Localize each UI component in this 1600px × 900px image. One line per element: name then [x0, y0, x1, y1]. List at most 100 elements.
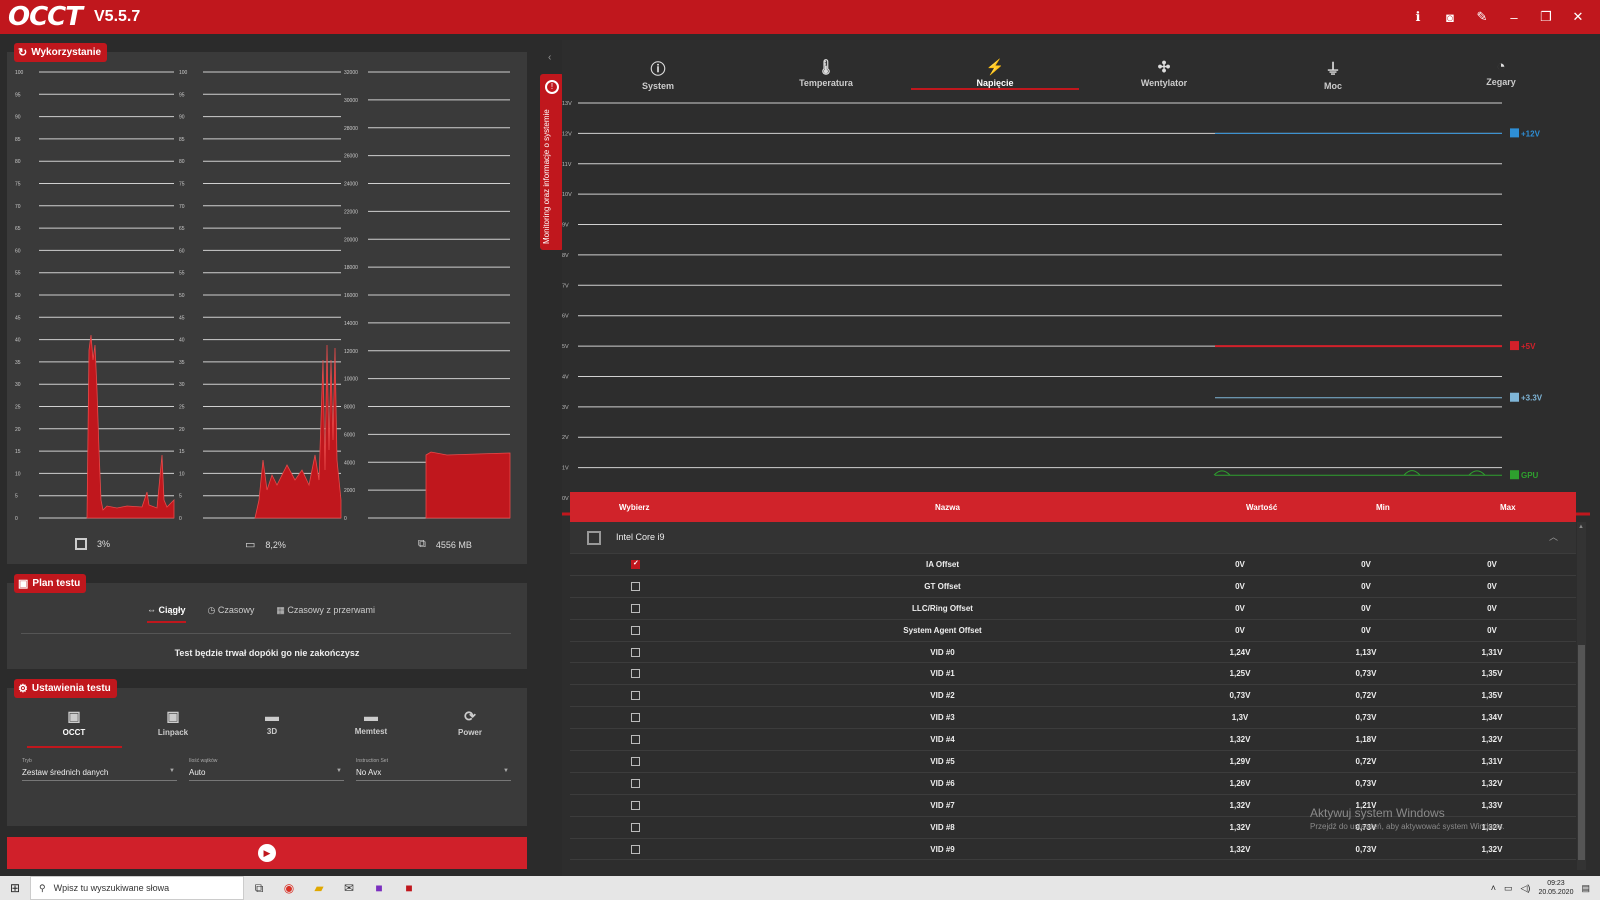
table-row[interactable]: VID #6 1,26V 0,73V 1,32V	[570, 773, 1576, 795]
y-tick-label: 80	[15, 159, 21, 165]
gpu-usage-value: 8,2%	[265, 539, 286, 550]
mail-icon[interactable]: ✉	[334, 876, 364, 900]
legend-label: +3.3V	[1521, 394, 1543, 403]
mode-select[interactable]: Tryb Zestaw średnich danych ▼	[22, 758, 177, 781]
network-icon[interactable]: ▭	[1504, 883, 1513, 894]
col-max[interactable]: Max	[1500, 503, 1516, 512]
chevron-up-icon[interactable]: ︿	[1549, 530, 1558, 543]
chrome-icon[interactable]: ◉	[274, 876, 304, 900]
row-value: 0V	[1235, 560, 1245, 569]
refresh-icon: ↻	[18, 47, 28, 59]
table-row[interactable]: VID #3 1,3V 0,73V 1,34V	[570, 707, 1576, 730]
chevron-up-icon[interactable]: ˄	[1491, 883, 1496, 893]
table-row[interactable]: VID #4 1,32V 1,18V 1,32V	[570, 729, 1576, 752]
task-view-icon[interactable]: ⧉	[244, 876, 274, 900]
y-tick-label: 55	[15, 271, 21, 277]
wrench-icon[interactable]: ✎	[1466, 0, 1498, 34]
table-row[interactable]: VID #2 0,73V 0,72V 1,35V	[570, 685, 1576, 708]
row-checkbox[interactable]	[631, 691, 640, 701]
y-tick-label: 15	[179, 449, 185, 455]
info-icon: ⓘ	[650, 61, 666, 78]
table-row[interactable]: VID #9 1,32V 0,73V 1,32V	[570, 839, 1576, 861]
instruction-set-select[interactable]: Instruction Set No Avx ▼	[356, 758, 511, 781]
y-tick-label: 30	[15, 382, 21, 388]
row-checkbox[interactable]	[631, 778, 640, 788]
col-min[interactable]: Min	[1376, 503, 1390, 512]
y-tick-label: 5V	[562, 344, 569, 350]
notification-icon[interactable]: ▤	[1581, 883, 1590, 894]
tab-power[interactable]: ⟳ Power	[430, 708, 510, 737]
table-row[interactable]: IA Offset 0V 0V 0V	[570, 554, 1576, 576]
restore-icon[interactable]: ❐	[1530, 0, 1562, 34]
y-tick-label: 40	[15, 338, 21, 344]
scrollbar-thumb[interactable]	[1578, 645, 1585, 860]
tab-occt[interactable]: ▣ OCCT	[34, 708, 114, 737]
y-tick-label: 1V	[562, 466, 569, 472]
tab-timed-breaks[interactable]: ▦ Czasowy z przerwami	[276, 605, 375, 623]
play-icon[interactable]: ▶	[258, 844, 276, 862]
threads-select[interactable]: Ilość wątków Auto ▼	[189, 758, 344, 781]
row-checkbox[interactable]	[631, 713, 640, 723]
row-checkbox[interactable]	[631, 669, 640, 679]
col-value[interactable]: Wartość	[1246, 503, 1277, 512]
table-row[interactable]: VID #0 1,24V 1,13V 1,31V	[570, 642, 1576, 664]
tab-continuous[interactable]: ⇔ Ciągły	[147, 605, 186, 623]
chevron-left-icon[interactable]: ‹	[548, 52, 551, 63]
calendar-icon: ▣	[18, 578, 29, 590]
table-row[interactable]: VID #1 1,25V 0,73V 1,35V	[570, 663, 1576, 686]
row-checkbox[interactable]	[631, 757, 640, 767]
row-checkbox[interactable]	[631, 625, 640, 635]
row-checkbox[interactable]	[631, 822, 640, 832]
col-select[interactable]: Wybierz	[619, 503, 650, 512]
close-icon[interactable]: ✕	[1562, 0, 1594, 34]
row-checkbox[interactable]	[631, 800, 640, 810]
tab-timed[interactable]: ◷ Czasowy	[208, 605, 255, 623]
tab-memtest[interactable]: ▬ Memtest	[331, 708, 411, 736]
plan-panel-title: Plan testu	[32, 578, 81, 589]
row-checkbox[interactable]	[631, 603, 640, 613]
y-tick-label: 12V	[562, 131, 572, 137]
info-icon[interactable]: ℹ	[1402, 0, 1434, 34]
row-checkbox[interactable]	[631, 581, 640, 591]
row-value: 1,29V	[1229, 757, 1251, 767]
y-tick-label: 15	[15, 449, 21, 455]
app-icon[interactable]: ■	[364, 876, 394, 900]
start-test-bar[interactable]: ▶	[7, 837, 527, 869]
row-min: 0,73V	[1355, 713, 1377, 723]
monitoring-side-tab[interactable]: ! Monitoring oraz informacje o systemie	[540, 74, 564, 250]
volume-icon[interactable]: ◁)	[1521, 883, 1531, 894]
search-icon: ⚲	[39, 882, 46, 893]
windows-start-icon[interactable]: ⊞	[0, 881, 30, 895]
clock[interactable]: 09:23 20.05.2020	[1538, 879, 1573, 897]
row-max: 1,32V	[1481, 844, 1503, 854]
row-name: IA Offset	[925, 560, 960, 569]
table-row[interactable]: VID #5 1,29V 0,72V 1,31V	[570, 751, 1576, 773]
row-checkbox[interactable]	[631, 647, 640, 657]
occt-taskbar-icon[interactable]: ■	[394, 876, 424, 900]
scroll-up-icon[interactable]: ▲	[1578, 524, 1584, 530]
group-row[interactable]: Intel Core i9 ︿	[570, 522, 1576, 554]
side-tab-label: Monitoring oraz informacje o systemie	[542, 109, 551, 244]
taskbar-search[interactable]: ⚲ Wpisz tu wyszukiwane słowa	[30, 876, 244, 900]
row-min: 0V	[1361, 625, 1371, 635]
file-explorer-icon[interactable]: ▰	[304, 876, 334, 900]
camera-icon[interactable]: ◙	[1434, 0, 1466, 34]
row-min: 0,73V	[1355, 844, 1377, 854]
tab-3d[interactable]: ▬ 3D	[232, 708, 312, 736]
minimize-icon[interactable]: –	[1498, 0, 1530, 34]
table-row[interactable]: LLC/Ring Offset 0V 0V 0V	[570, 598, 1576, 620]
y-tick-label: 65	[179, 226, 185, 232]
row-checkbox[interactable]	[631, 559, 640, 569]
tab-linpack[interactable]: ▣ Linpack	[133, 708, 213, 737]
y-tick-label: 0V	[562, 496, 569, 502]
row-name: VID #2	[930, 691, 955, 701]
row-checkbox[interactable]	[631, 844, 640, 854]
table-row[interactable]: GT Offset 0V 0V 0V	[570, 576, 1576, 598]
row-checkbox[interactable]	[631, 735, 640, 745]
y-tick-label: 22000	[344, 209, 358, 215]
table-row[interactable]: System Agent Offset 0V 0V 0V	[570, 620, 1576, 642]
chevron-down-icon: ▼	[336, 768, 342, 774]
y-tick-label: 24000	[344, 182, 358, 188]
row-min: 0,72V	[1355, 757, 1377, 767]
col-name[interactable]: Nazwa	[935, 503, 960, 512]
